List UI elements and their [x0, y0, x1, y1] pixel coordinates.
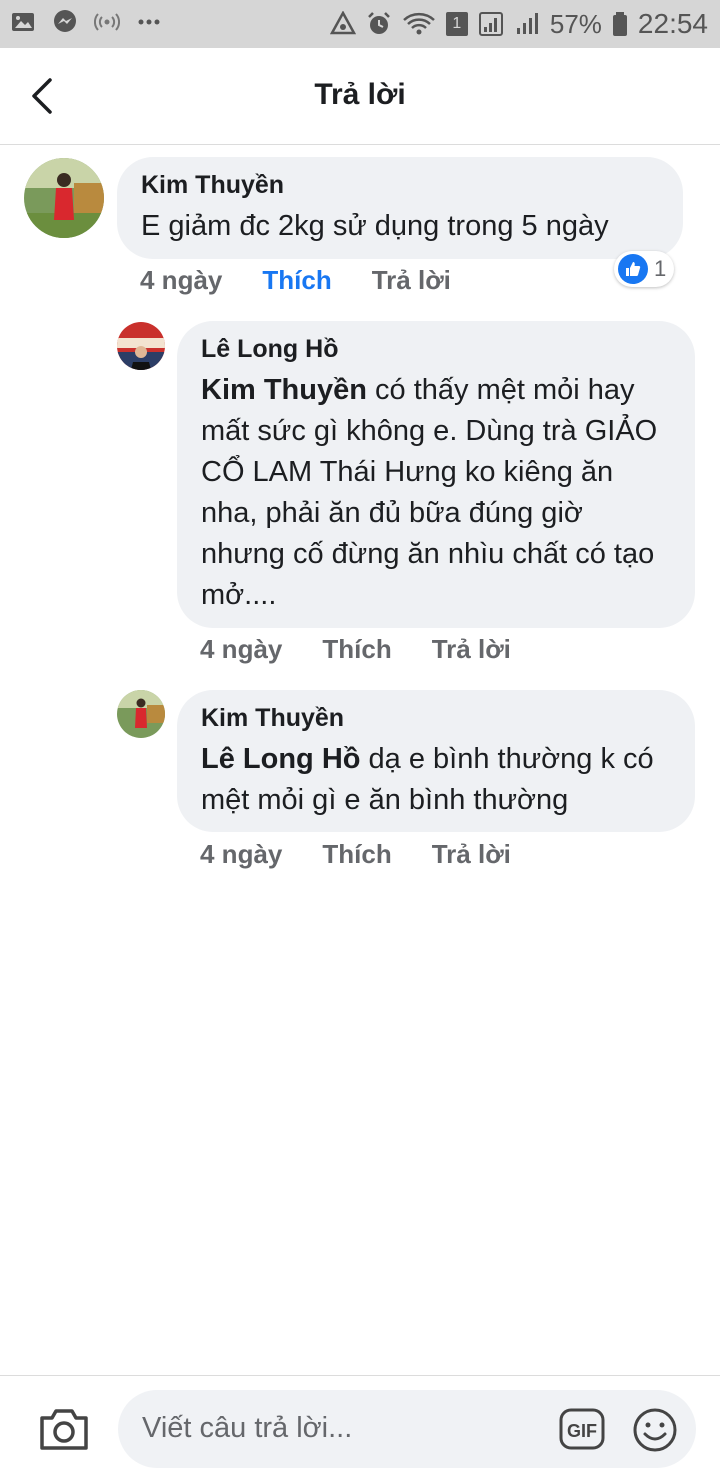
avatar[interactable] — [117, 690, 165, 738]
status-bar: 1 57% 22:54 — [0, 0, 720, 48]
reply-button[interactable]: Trả lời — [432, 839, 511, 870]
more-dots-icon — [138, 19, 160, 25]
comment-text: E giảm đc 2kg sử dụng trong 5 ngày — [141, 210, 609, 242]
gif-button[interactable]: GIF — [558, 1407, 606, 1451]
sim-badge: 1 — [445, 12, 468, 36]
like-button[interactable]: Thích — [322, 634, 391, 665]
data-saver-icon — [329, 11, 356, 35]
comment-bubble[interactable]: Kim Thuyền Lê Long Hồ dạ e bình thường k… — [177, 690, 695, 832]
comment-time: 4 ngày — [140, 265, 223, 295]
alarm-icon — [367, 12, 390, 34]
gif-icon: GIF — [559, 1408, 605, 1450]
comment-author[interactable]: Kim Thuyền — [141, 171, 661, 200]
comment-text: Kim Thuyền có thấy mệt mỏi hay mất sức g… — [201, 370, 673, 616]
avatar-photo — [117, 690, 165, 738]
mention-link[interactable]: Lê Long Hồ — [201, 743, 360, 775]
comment-bubble[interactable]: Kim Thuyền E giảm đc 2kg sử dụng trong 5… — [117, 157, 683, 259]
reply-composer: Viết câu trả lời... GIF — [0, 1375, 720, 1480]
avatar-photo — [24, 158, 104, 238]
avatar-photo — [117, 322, 165, 370]
comment-bubble[interactable]: Lê Long Hồ Kim Thuyền có thấy mệt mỏi ha… — [177, 321, 695, 628]
gallery-icon — [12, 13, 34, 31]
like-icon — [618, 254, 648, 284]
wifi-icon — [403, 12, 435, 35]
emoji-button[interactable] — [632, 1407, 678, 1453]
avatar[interactable] — [24, 158, 104, 238]
comment-text: Lê Long Hồ dạ e bình thường k có mệt mỏi… — [201, 739, 673, 821]
reaction-count: 1 — [654, 256, 667, 281]
hotspot-icon — [94, 13, 120, 31]
signal-icon — [478, 12, 503, 36]
gif-label: GIF — [567, 1421, 597, 1441]
comment-author[interactable]: Lê Long Hồ — [201, 335, 673, 364]
comment-time: 4 ngày — [200, 634, 283, 664]
reply-button[interactable]: Trả lời — [372, 265, 451, 296]
messenger-icon — [54, 10, 76, 32]
like-button[interactable]: Thích — [262, 265, 331, 296]
reply-button[interactable]: Trả lời — [432, 634, 511, 665]
signal-bars-icon — [516, 13, 538, 34]
comment-actions: 4 ngày Thích Trả lời — [140, 265, 491, 296]
like-button[interactable]: Thích — [322, 839, 391, 870]
comment-actions: 4 ngày Thích Trả lời — [200, 839, 551, 870]
comment-body: có thấy mệt mỏi hay mất sức gì không e. … — [201, 374, 658, 611]
comment-time: 4 ngày — [200, 839, 283, 869]
page-title: Trả lời — [314, 78, 406, 111]
battery-percent: 57% — [549, 8, 602, 39]
camera-button[interactable] — [38, 1406, 90, 1452]
avatar[interactable] — [117, 322, 165, 370]
reply-input-placeholder: Viết câu trả lời... — [142, 1412, 353, 1444]
mention-link[interactable]: Kim Thuyền — [201, 374, 367, 406]
reaction-count-badge[interactable]: 1 — [614, 251, 675, 287]
top-header: Trả lời — [0, 48, 720, 145]
comment-actions: 4 ngày Thích Trả lời — [200, 634, 551, 665]
clock: 22:54 — [637, 8, 708, 39]
camera-icon — [40, 1409, 88, 1450]
reply-input[interactable]: Viết câu trả lời... GIF — [118, 1390, 696, 1468]
smiley-icon — [633, 1408, 677, 1452]
comment-author[interactable]: Kim Thuyền — [201, 704, 673, 733]
battery-icon — [612, 12, 627, 36]
